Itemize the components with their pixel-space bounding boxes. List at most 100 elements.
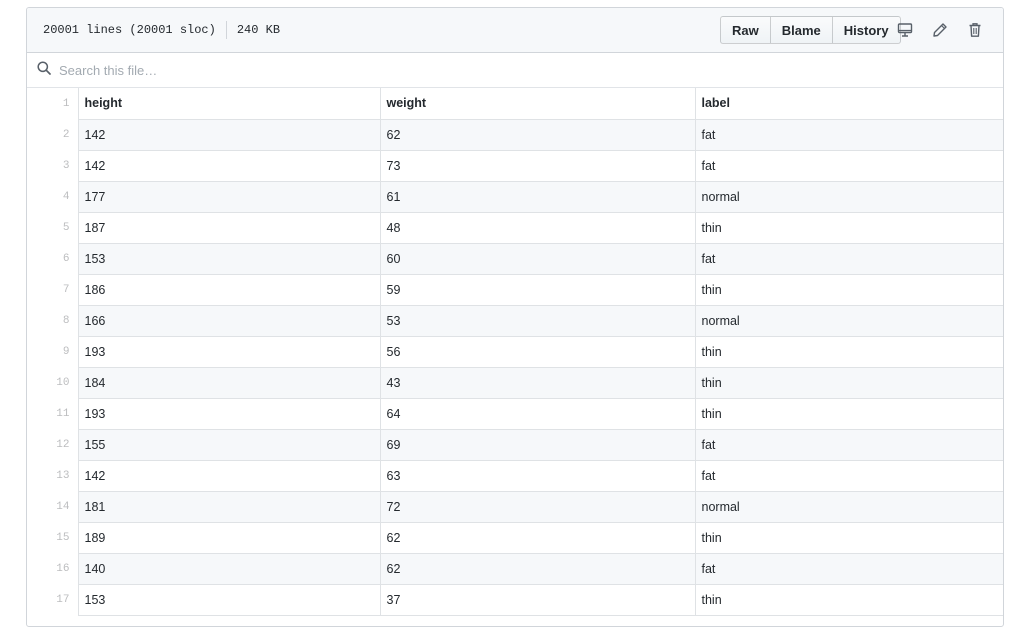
line-number[interactable]: 6 <box>27 243 78 274</box>
blame-button[interactable]: Blame <box>769 16 833 44</box>
table-cell: 53 <box>379 305 696 337</box>
file-actions-button-group: Raw Blame History <box>720 16 901 44</box>
table-row: 8 166 53 normal <box>27 305 1003 337</box>
table-cell: 48 <box>379 212 696 244</box>
pencil-icon[interactable] <box>930 20 950 40</box>
info-divider <box>225 21 227 39</box>
table-cell: fat <box>694 119 1003 151</box>
table-cell: 187 <box>77 212 381 244</box>
table-row: 15 189 62 thin <box>27 522 1003 554</box>
table-cell: 62 <box>379 553 696 585</box>
table-cell: 189 <box>77 522 381 554</box>
table-cell: thin <box>694 212 1003 244</box>
table-cell: thin <box>694 584 1003 616</box>
table-row: 6 153 60 fat <box>27 243 1003 275</box>
file-header: 20001 lines (20001 sloc) 240 KB Raw Blam… <box>27 8 1003 53</box>
table-cell: 62 <box>379 119 696 151</box>
table-header-row: 1 height weight label <box>27 88 1003 120</box>
history-button[interactable]: History <box>831 16 901 44</box>
table-cell: 155 <box>77 429 381 461</box>
line-number[interactable]: 16 <box>27 553 78 584</box>
table-cell: 37 <box>379 584 696 616</box>
line-number[interactable]: 2 <box>27 119 78 150</box>
file-search-bar <box>27 53 1003 88</box>
table-row: 5 187 48 thin <box>27 212 1003 244</box>
file-lines-info: 20001 lines (20001 sloc) <box>43 23 216 37</box>
table-header-cell: label <box>694 88 1003 120</box>
line-number[interactable]: 9 <box>27 336 78 367</box>
table-row: 2 142 62 fat <box>27 119 1003 151</box>
line-number[interactable]: 17 <box>27 584 78 615</box>
file-viewer: 20001 lines (20001 sloc) 240 KB Raw Blam… <box>26 7 1004 627</box>
table-cell: 64 <box>379 398 696 430</box>
table-cell: 73 <box>379 150 696 182</box>
desktop-icon[interactable] <box>895 20 915 40</box>
table-cell: normal <box>694 305 1003 337</box>
table-cell: 181 <box>77 491 381 523</box>
table-header-cell: height <box>77 88 381 120</box>
csv-table: 1 height weight label 2 142 62 fat 3 142 73 fat 4 177… <box>27 88 1003 616</box>
table-cell: fat <box>694 243 1003 275</box>
table-cell: 166 <box>77 305 381 337</box>
line-number[interactable]: 7 <box>27 274 78 305</box>
table-row: 3 142 73 fat <box>27 150 1003 182</box>
line-number[interactable]: 13 <box>27 460 78 491</box>
line-number[interactable]: 5 <box>27 212 78 243</box>
table-row: 9 193 56 thin <box>27 336 1003 368</box>
table-cell: 69 <box>379 429 696 461</box>
line-number[interactable]: 11 <box>27 398 78 429</box>
table-cell: 153 <box>77 584 381 616</box>
file-size: 240 KB <box>236 23 281 37</box>
table-cell: 62 <box>379 522 696 554</box>
line-number[interactable]: 1 <box>27 88 78 119</box>
table-cell: fat <box>694 553 1003 585</box>
line-number[interactable]: 4 <box>27 181 78 212</box>
table-row: 14 181 72 normal <box>27 491 1003 523</box>
search-icon <box>37 60 51 80</box>
line-number[interactable]: 8 <box>27 305 78 336</box>
table-cell: 140 <box>77 553 381 585</box>
table-row: 11 193 64 thin <box>27 398 1003 430</box>
table-cell: 43 <box>379 367 696 399</box>
table-cell: 153 <box>77 243 381 275</box>
table-cell: 177 <box>77 181 381 213</box>
table-header-cell: weight <box>379 88 696 120</box>
line-number[interactable]: 12 <box>27 429 78 460</box>
table-cell: thin <box>694 522 1003 554</box>
trash-icon[interactable] <box>965 20 985 40</box>
table-cell: 59 <box>379 274 696 306</box>
table-row: 4 177 61 normal <box>27 181 1003 213</box>
raw-button[interactable]: Raw <box>720 16 771 44</box>
table-cell: 61 <box>379 181 696 213</box>
table-cell: 72 <box>379 491 696 523</box>
search-input[interactable] <box>57 61 961 79</box>
table-cell: fat <box>694 150 1003 182</box>
table-cell: 60 <box>379 243 696 275</box>
file-info: 20001 lines (20001 sloc) 240 KB <box>43 21 280 39</box>
table-cell: 142 <box>77 119 381 151</box>
line-number[interactable]: 15 <box>27 522 78 553</box>
line-number[interactable]: 10 <box>27 367 78 398</box>
table-cell: 142 <box>77 150 381 182</box>
table-cell: thin <box>694 398 1003 430</box>
table-row: 12 155 69 fat <box>27 429 1003 461</box>
line-number[interactable]: 14 <box>27 491 78 522</box>
table-row: 17 153 37 thin <box>27 584 1003 616</box>
table-row: 10 184 43 thin <box>27 367 1003 399</box>
table-cell: thin <box>694 274 1003 306</box>
table-cell: fat <box>694 460 1003 492</box>
table-cell: 184 <box>77 367 381 399</box>
table-cell: thin <box>694 336 1003 368</box>
table-cell: 186 <box>77 274 381 306</box>
table-row: 7 186 59 thin <box>27 274 1003 306</box>
table-cell: 63 <box>379 460 696 492</box>
table-cell: 56 <box>379 336 696 368</box>
table-cell: 193 <box>77 336 381 368</box>
table-cell: normal <box>694 181 1003 213</box>
table-cell: normal <box>694 491 1003 523</box>
line-number[interactable]: 3 <box>27 150 78 181</box>
table-row: 13 142 63 fat <box>27 460 1003 492</box>
table-cell: 142 <box>77 460 381 492</box>
table-cell: thin <box>694 367 1003 399</box>
table-cell: 193 <box>77 398 381 430</box>
